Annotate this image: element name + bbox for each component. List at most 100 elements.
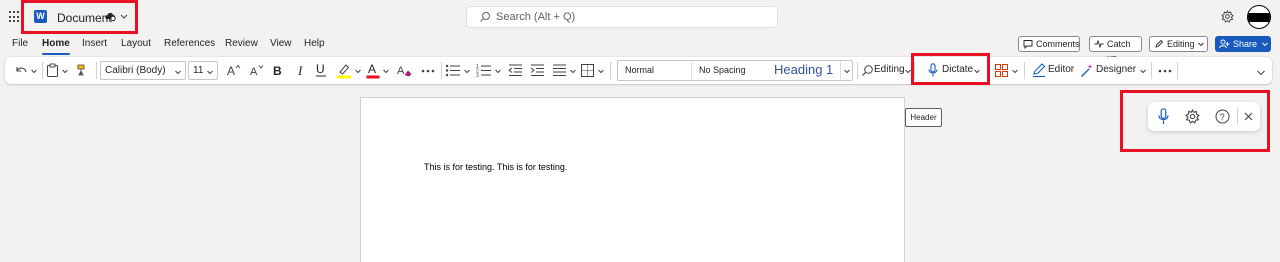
title-bar: W Document Search (Alt + Q) [0,0,1280,34]
chevron-down-icon[interactable] [1011,67,1019,75]
highlight-box-dictation-toolbar [1120,90,1270,152]
tab-layout[interactable]: Layout [121,38,151,49]
clipboard-paste-icon[interactable] [46,63,59,78]
editing-mode-label: Editing [1167,39,1195,49]
highlight-box-dictate [911,53,990,85]
style-heading-1-label: Heading 1 [774,62,834,77]
style-no-spacing[interactable]: No Spacing [693,61,768,80]
more-options-icon[interactable] [1158,69,1172,73]
font-size-select[interactable]: 11 [188,61,218,80]
comments-label: Comments [1036,39,1080,49]
editing-mode-button[interactable]: Editing [1149,36,1208,52]
designer-wand-icon[interactable] [1080,63,1094,78]
tab-references[interactable]: References [164,38,215,49]
chevron-down-icon [844,69,850,74]
editor-pen-icon[interactable] [1032,63,1046,78]
svg-text:U: U [316,62,325,76]
undo-icon[interactable] [14,64,28,77]
chevron-down-icon[interactable] [1139,67,1147,75]
comment-icon [1023,40,1033,49]
font-color-icon[interactable]: A [366,62,380,79]
chevron-down-icon [1262,42,1268,47]
share-button[interactable]: Share [1215,36,1271,52]
borders-icon[interactable] [581,64,594,77]
chevron-down-icon [175,70,181,75]
increase-indent-icon[interactable] [530,64,545,77]
chevron-down-icon [207,70,213,75]
designer-label[interactable]: Designer [1096,64,1136,75]
search-box[interactable]: Search (Alt + Q) [466,6,778,28]
tab-view[interactable]: View [270,38,292,49]
italic-icon[interactable]: I [296,63,306,77]
add-ins-grid-icon[interactable] [995,64,1008,77]
menu-bar: File Home Insert Layout References Revie… [0,34,1280,56]
style-heading-1[interactable]: Heading 1 [768,61,840,80]
style-no-spacing-label: No Spacing [699,65,746,75]
separator [1177,62,1178,79]
font-name-value: Calibri (Body) [105,65,166,76]
activity-icon [1094,39,1104,49]
tab-help[interactable]: Help [304,38,325,49]
font-size-value: 11 [193,65,204,76]
style-normal[interactable]: Normal [618,61,692,80]
user-avatar[interactable] [1247,5,1271,29]
svg-text:A: A [250,66,258,77]
chevron-down-icon[interactable] [382,67,390,75]
svg-text:A: A [397,65,405,77]
separator [96,62,97,79]
chevron-down-icon[interactable] [30,67,38,75]
svg-text:3: 3 [476,73,479,78]
highlight-color-icon[interactable] [336,62,352,79]
underline-icon[interactable]: U [315,62,327,78]
separator [42,62,43,79]
ribbon-toolbar: Calibri (Body) 11 A A B I U A A 1 2 3 No… [5,57,1272,84]
tab-insert[interactable]: Insert [82,38,107,49]
pencil-icon [1155,39,1164,48]
find-search-icon[interactable] [861,64,874,77]
search-placeholder: Search (Alt + Q) [496,11,576,23]
styles-expand-button[interactable] [840,61,852,80]
comments-button[interactable]: Comments [1018,36,1080,52]
chevron-down-icon [1198,42,1204,47]
chevron-down-icon[interactable] [463,67,471,75]
svg-text:A: A [368,62,376,76]
editing-group-label[interactable]: Editing [874,64,905,75]
svg-text:I: I [297,63,303,77]
font-name-select[interactable]: Calibri (Body) [100,61,186,80]
more-font-options-icon[interactable] [421,69,435,73]
chevron-down-icon[interactable] [494,67,502,75]
chevron-down-icon[interactable] [569,67,577,75]
chevron-down-icon[interactable] [354,67,362,75]
separator [857,62,858,79]
header-tooltip: Header [905,108,942,127]
search-icon [480,12,490,22]
increase-font-size-icon[interactable]: A [227,63,241,77]
align-icon[interactable] [552,64,567,77]
separator [1024,62,1025,79]
svg-text:A: A [227,64,235,77]
chevron-down-icon[interactable] [597,67,605,75]
document-page[interactable] [360,97,905,262]
document-body-text[interactable]: This is for testing. This is for testing… [424,162,567,172]
tab-home[interactable]: Home [42,38,70,55]
separator [1151,62,1152,79]
decrease-font-size-icon[interactable]: A [250,63,264,77]
ribbon-collapse-chevron-icon[interactable] [1256,69,1266,77]
settings-gear-icon[interactable] [1221,10,1234,23]
clear-formatting-icon[interactable]: A [397,63,412,78]
catch-up-button[interactable]: Catch up [1089,36,1142,63]
format-painter-icon[interactable] [75,63,89,77]
bold-icon[interactable]: B [272,63,284,77]
editor-label[interactable]: Editor [1048,64,1074,75]
decrease-indent-icon[interactable] [508,64,523,77]
svg-text:B: B [273,64,282,77]
styles-gallery: Normal No Spacing Heading 1 [617,60,853,81]
bullets-icon[interactable] [445,64,461,77]
vertical-scrollbar[interactable] [1273,84,1280,262]
numbering-icon[interactable]: 1 2 3 [476,63,492,78]
tab-review[interactable]: Review [225,38,258,49]
chevron-down-icon[interactable] [61,67,69,75]
separator [610,62,611,79]
tab-file[interactable]: File [12,38,28,49]
app-launcher-icon[interactable] [9,11,21,23]
